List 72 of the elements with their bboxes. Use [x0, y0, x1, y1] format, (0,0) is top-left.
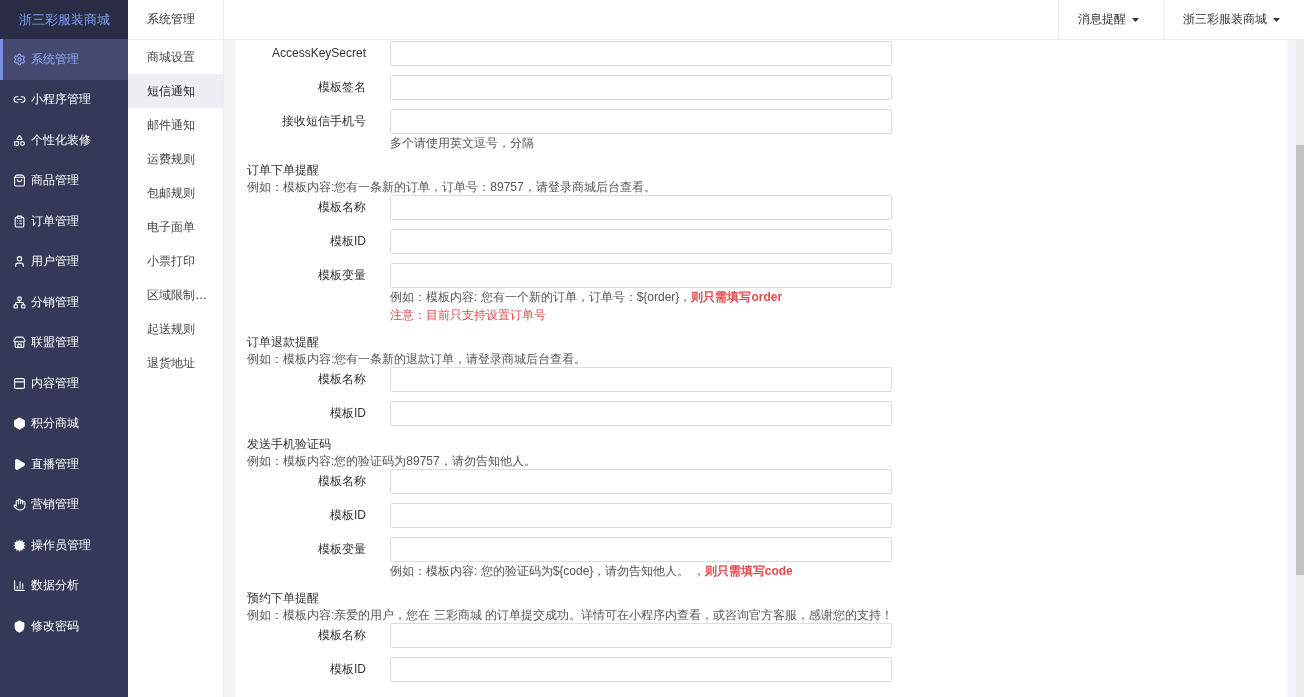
- input-field[interactable]: [390, 503, 892, 528]
- bag-icon: [13, 174, 26, 188]
- hint-text: 例如：模板内容: 您有一个新的订单，订单号：${order}，则只需填写order: [390, 289, 784, 306]
- field-label: 模板名称: [317, 199, 366, 216]
- sidebar-item[interactable]: 修改密码: [0, 606, 128, 647]
- sidebar-item[interactable]: 操作员管理: [0, 525, 128, 566]
- input-field[interactable]: [390, 75, 892, 100]
- field-label: 模板变量: [317, 541, 366, 558]
- input-field[interactable]: [390, 195, 892, 220]
- panel-icon: [13, 376, 26, 390]
- input-field[interactable]: [390, 623, 892, 648]
- section-title: 发送手机验证码: [247, 436, 332, 453]
- example-text: 例如：模板内容:您有一条新的退款订单，请登录商城后台查看。: [247, 351, 588, 367]
- submenu-item[interactable]: 短信通知: [128, 74, 223, 108]
- field-label: 接收短信手机号: [281, 113, 366, 130]
- section-title: 订单退款提醒: [247, 334, 320, 351]
- dropdown-menu[interactable]: 消息提醒: [1058, 0, 1163, 39]
- sidebar-item[interactable]: 积分商城: [0, 403, 128, 444]
- sidebar-item[interactable]: 个性化装修: [0, 120, 128, 161]
- sidebar-item[interactable]: 分销管理: [0, 282, 128, 323]
- field-label: AccessKeySecret: [270, 45, 366, 62]
- warning-text: 注意：目前只支持设置订单号: [390, 307, 547, 324]
- gear-icon: [13, 538, 26, 552]
- sidebar-item[interactable]: 联盟管理: [0, 322, 128, 363]
- input-field[interactable]: [390, 657, 892, 682]
- hint-text: 例如：模板内容: 您的验证码为${code}，请勿告知他人。 ，则只需填写code: [390, 563, 794, 580]
- field-label: 模板名称: [317, 371, 366, 388]
- sidebar-item[interactable]: 数据分析: [0, 565, 128, 606]
- bar-chart-icon: [13, 579, 26, 593]
- network-icon: [13, 295, 26, 309]
- caret-icon: [1132, 17, 1139, 22]
- example-text: 例如：模板内容:您的验证码为89757，请勿告知他人。: [247, 453, 537, 469]
- example-text: 例如：模板内容:您有一条新的订单，订单号：89757，请登录商城后台查看。: [247, 179, 657, 195]
- sidebar-item[interactable]: 小程序管理: [0, 79, 128, 120]
- sidebar-item[interactable]: 订单管理: [0, 201, 128, 242]
- field-label: 模板变量: [317, 267, 366, 284]
- dropdown-menu[interactable]: 浙三彩服装商城: [1163, 0, 1304, 39]
- field-label: 模板ID: [329, 405, 366, 422]
- field-label: 模板签名: [317, 79, 366, 96]
- field-label: 模板ID: [329, 661, 366, 678]
- input-field[interactable]: [390, 229, 892, 254]
- input-field[interactable]: [390, 41, 892, 66]
- hint-text: 多个请使用英文逗号，分隔: [390, 135, 535, 152]
- field-label: 模板ID: [329, 233, 366, 250]
- input-field[interactable]: [390, 469, 892, 494]
- settings-icon: [13, 52, 26, 66]
- user-icon: [13, 255, 26, 269]
- brand-title: 浙三彩服装商城: [0, 0, 128, 39]
- hand-icon: [13, 498, 26, 512]
- section-title: 预约下单提醒: [247, 590, 320, 607]
- field-label: 模板名称: [317, 627, 366, 644]
- field-label: 模板名称: [317, 473, 366, 490]
- sidebar-item[interactable]: 系统管理: [0, 39, 128, 80]
- input-field[interactable]: [390, 537, 892, 562]
- input-field[interactable]: [390, 401, 892, 426]
- sidebar-item[interactable]: 营销管理: [0, 484, 128, 525]
- sidebar-item[interactable]: 内容管理: [0, 363, 128, 404]
- input-field[interactable]: [390, 109, 892, 134]
- scrollbar-thumb[interactable]: [1296, 145, 1304, 575]
- play-icon: [13, 457, 26, 471]
- sidebar-item[interactable]: 直播管理: [0, 444, 128, 485]
- shapes-icon: [13, 133, 26, 147]
- sidebar-item[interactable]: 用户管理: [0, 241, 128, 282]
- input-field[interactable]: [390, 367, 892, 392]
- section-title: 订单下单提醒: [247, 162, 320, 179]
- example-text: 例如：模板内容:亲爱的用户，您在 三彩商城 的订单提交成功。详情可在小程序内查看，或咨询官方客服，感谢您的支持！: [247, 607, 894, 623]
- clipboard-icon: [13, 214, 26, 228]
- caret-icon: [1273, 17, 1280, 22]
- input-field[interactable]: [390, 263, 892, 288]
- field-label: 模板ID: [329, 507, 366, 524]
- sidebar-item[interactable]: 商品管理: [0, 160, 128, 201]
- store-icon: [13, 336, 26, 350]
